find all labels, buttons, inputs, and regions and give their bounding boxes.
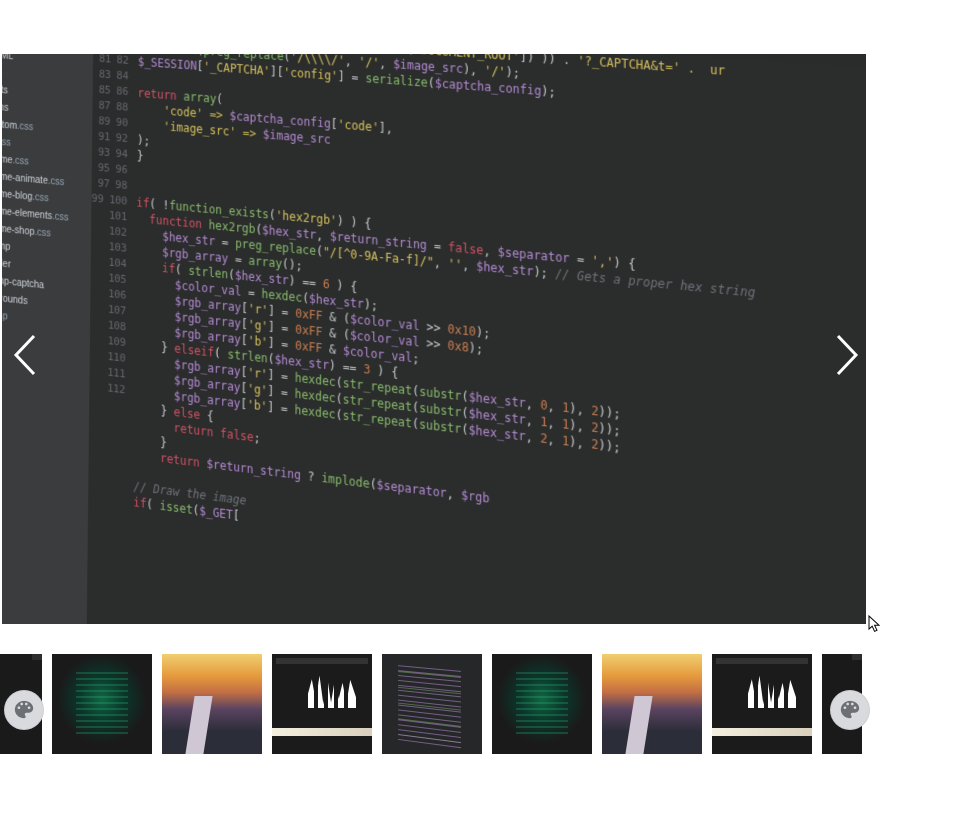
thumbnail[interactable] <box>162 654 262 754</box>
thumbnail-image <box>492 654 592 754</box>
thumbnail[interactable] <box>52 654 152 754</box>
thumbnail-image <box>162 654 262 754</box>
palette-icon <box>839 699 861 721</box>
code-editor: Empty.html• send_form_email.phpHTMLcssfo… <box>2 54 866 624</box>
slide-content: Empty.html• send_form_email.phpHTMLcssfo… <box>13 54 866 624</box>
thumbnail-image <box>602 654 702 754</box>
cursor-icon <box>868 615 882 633</box>
thumbnail[interactable] <box>602 654 702 754</box>
thumbnail-image <box>272 654 372 754</box>
chevron-right-icon <box>822 332 868 378</box>
thumbnail[interactable] <box>492 654 592 754</box>
thumbnail-image <box>382 654 482 754</box>
editor-gutter: 77 78 79 80 81 82 83 84 85 86 87 88 89 9… <box>86 54 136 624</box>
thumbnail[interactable] <box>382 654 482 754</box>
prev-button[interactable] <box>4 332 50 378</box>
next-button[interactable] <box>822 332 868 378</box>
thumbnail[interactable] <box>712 654 812 754</box>
thumbnail-image <box>52 654 152 754</box>
thumbnail-strip[interactable] <box>0 654 870 754</box>
palette-button-right[interactable] <box>830 690 870 730</box>
main-slide: Empty.html• send_form_email.phpHTMLcssfo… <box>2 54 866 624</box>
editor-code: strlen( realpath($_SERVER['DOCUMENT_ROOT… <box>129 54 866 624</box>
thumbnail[interactable] <box>272 654 372 754</box>
palette-icon <box>13 699 35 721</box>
chevron-left-icon <box>4 332 50 378</box>
palette-button-left[interactable] <box>4 690 44 730</box>
thumbnail-image <box>712 654 812 754</box>
